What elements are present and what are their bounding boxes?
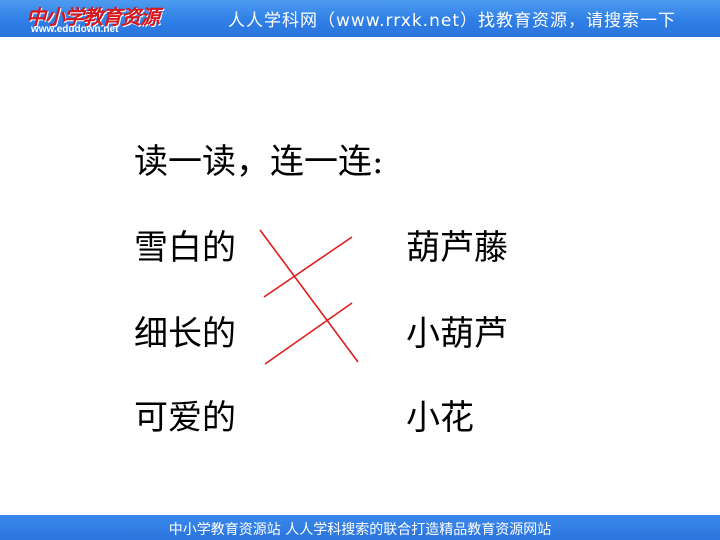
footer-bar: 中小学教育资源站 人人学科搜索的联合打造精品教育资源网站: [0, 515, 720, 540]
answer-line-1: [259, 229, 359, 363]
footer-text: 中小学教育资源站 人人学科搜索的联合打造精品教育资源网站: [168, 522, 552, 538]
answer-line-3: [264, 302, 353, 365]
answer-line-2: [263, 236, 353, 298]
answer-lines: [259, 229, 359, 365]
